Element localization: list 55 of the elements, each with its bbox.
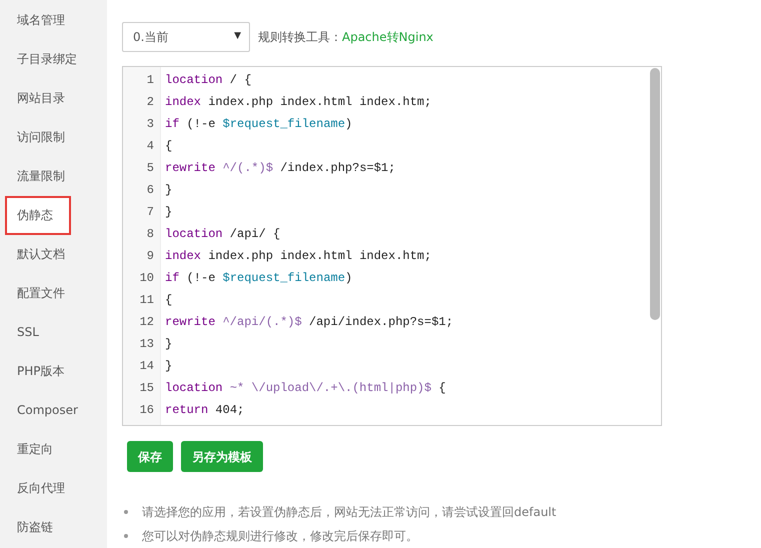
sidebar-item[interactable]: PHP版本 (0, 352, 107, 391)
sidebar-item[interactable]: 网站目录 (0, 79, 107, 118)
sidebar-item[interactable]: SSL (0, 313, 107, 352)
line-number: 12 (138, 314, 155, 331)
sidebar-item[interactable]: 重定向 (0, 430, 107, 469)
code-line: index index.php index.html index.htm; (165, 94, 432, 111)
line-number: 13 (138, 336, 155, 353)
code-line: rewrite ^/api/(.*)$ /api/index.php?s=$1; (165, 314, 454, 331)
line-number: 2 (146, 94, 155, 111)
code-line: index index.php index.html index.htm; (165, 248, 432, 265)
sidebar-item[interactable]: 子目录绑定 (0, 40, 107, 79)
line-number: 9 (146, 248, 155, 265)
sidebar-item[interactable]: 默认文档 (0, 235, 107, 274)
code-line: { (165, 292, 174, 309)
sidebar-item[interactable]: 流量限制 (0, 157, 107, 196)
line-number: 4 (146, 138, 155, 155)
line-number: 15 (138, 380, 155, 397)
caret-icon: ▼ (234, 30, 241, 44)
sidebar-item[interactable]: 防盗链 (0, 508, 107, 547)
bullet-icon (124, 510, 128, 514)
converter-label: 规则转换工具： (258, 29, 342, 46)
code-line: } (165, 182, 174, 199)
code-line: if (!-e $request_filename) (165, 116, 354, 133)
code-line: } (165, 204, 174, 221)
line-number: 10 (138, 270, 155, 287)
line-number: 5 (146, 160, 155, 177)
line-number: 11 (138, 292, 155, 309)
note-text: 您可以对伪静态规则进行修改，修改完后保存即可。 (142, 528, 418, 545)
code-line: rewrite ^/(.*)$ /index.php?s=$1; (165, 160, 396, 177)
sidebar-item[interactable]: Composer (0, 391, 107, 430)
bullet-icon (124, 534, 128, 538)
code-line: location /api/ { (165, 226, 282, 243)
code-line: if (!-e $request_filename) (165, 270, 354, 287)
sidebar-item[interactable]: 访问限制 (0, 118, 107, 157)
sidebar-item[interactable]: 域名管理 (0, 1, 107, 40)
code-line: location ~* \/upload\/.+\.(html|php)$ { (165, 380, 447, 397)
code-editor[interactable] (122, 66, 662, 426)
sidebar-item[interactable]: 配置文件 (0, 274, 107, 313)
code-line: } (165, 358, 174, 375)
scrollbar-thumb[interactable] (650, 68, 660, 320)
line-number: 7 (146, 204, 155, 221)
line-number: 16 (138, 402, 155, 419)
code-line: } (165, 336, 174, 353)
line-number: 1 (146, 72, 155, 89)
template-select[interactable]: 0.当前 ▼ (122, 22, 250, 52)
line-number: 3 (146, 116, 155, 133)
line-number: 14 (138, 358, 155, 375)
sidebar-item[interactable]: 反向代理 (0, 469, 107, 508)
sidebar-item[interactable]: 伪静态 (5, 196, 71, 235)
note-text: 请选择您的应用，若设置伪静态后，网站无法正常访问，请尝试设置回default (142, 504, 556, 521)
code-line: { (165, 138, 174, 155)
line-number: 6 (146, 182, 155, 199)
code-line: location / { (165, 72, 252, 89)
line-number: 8 (146, 226, 155, 243)
code-line: return 404; (165, 402, 246, 419)
